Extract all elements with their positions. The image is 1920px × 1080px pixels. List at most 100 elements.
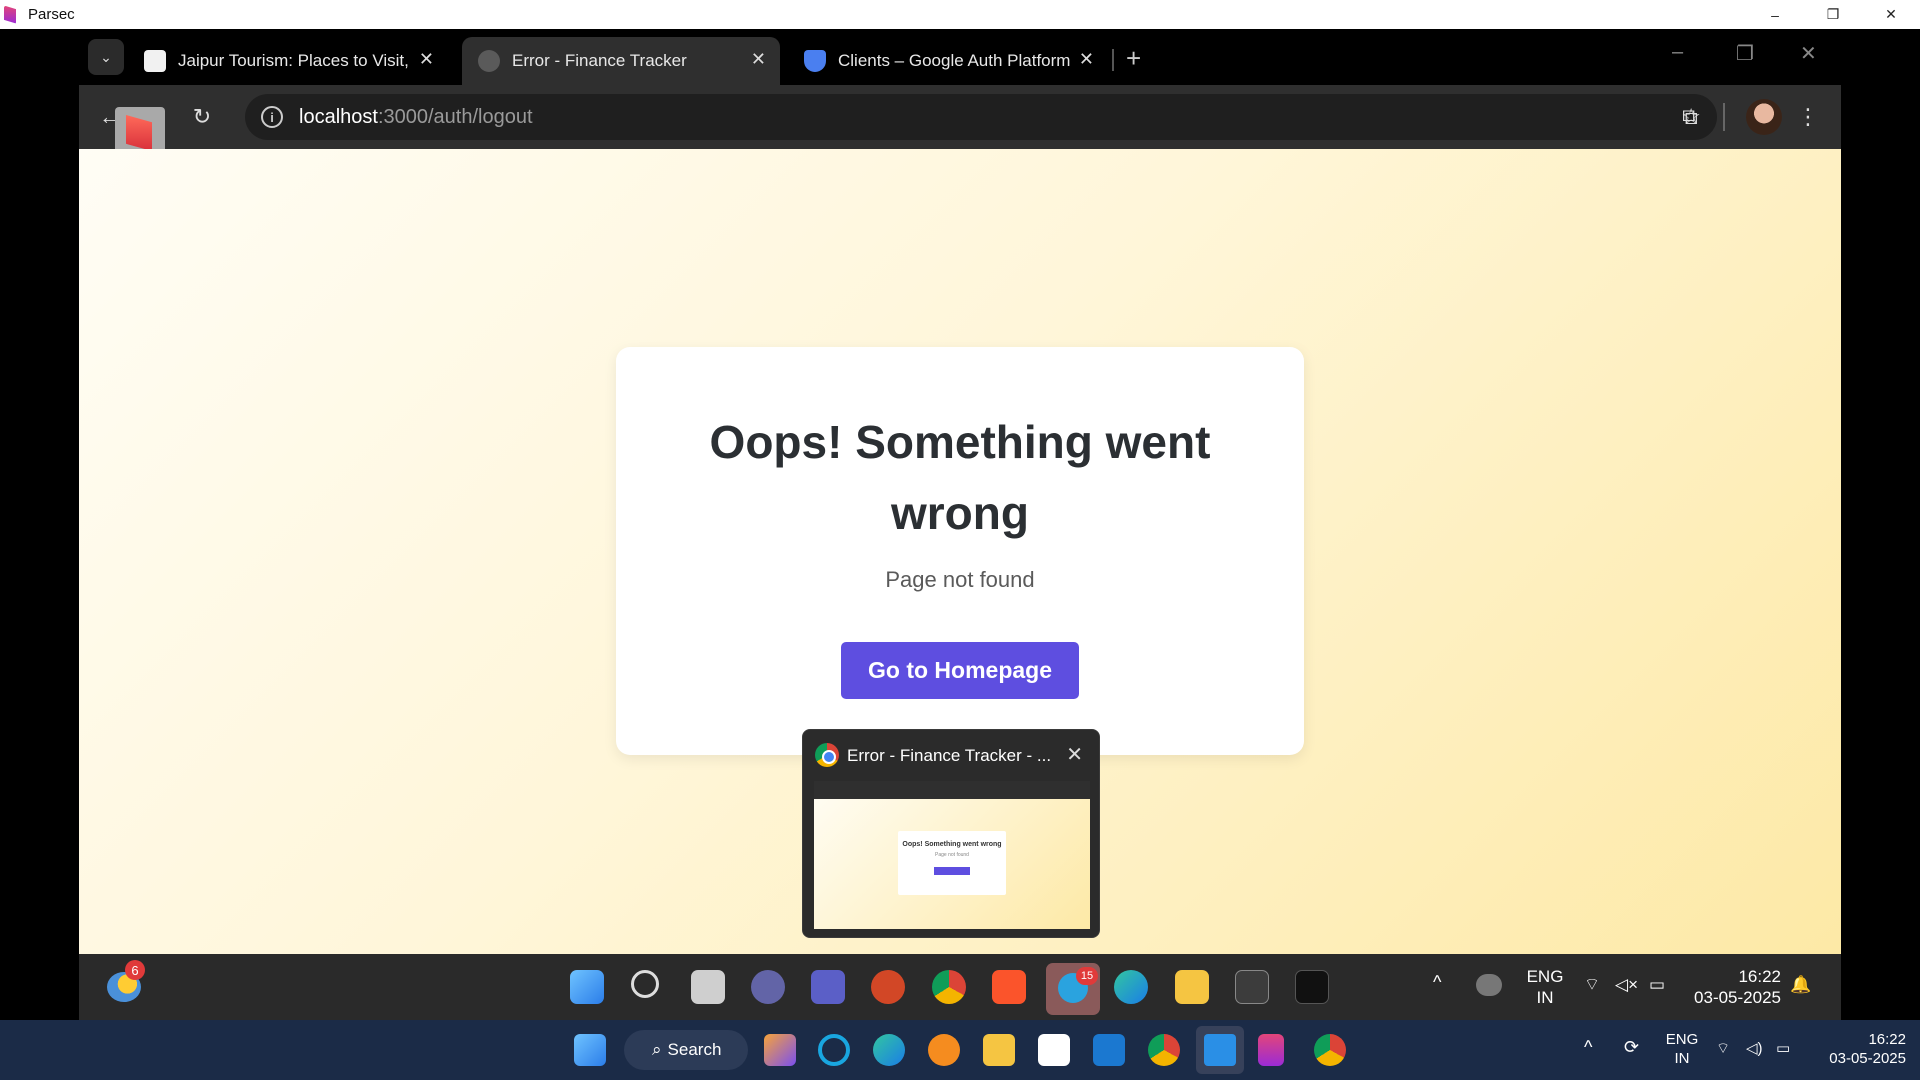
search-icon[interactable] — [631, 970, 659, 998]
parsec-app-icon[interactable] — [1295, 970, 1329, 1004]
browser-restore-button[interactable]: ❐ — [1736, 41, 1754, 66]
close-tab-icon[interactable]: ✕ — [1079, 49, 1094, 70]
thumb-message: Page not found — [935, 852, 969, 858]
edge-icon[interactable] — [873, 1034, 905, 1066]
language-code: ENG — [1665, 1031, 1699, 1048]
preview-title: Error - Finance Tracker - ... — [847, 746, 1052, 765]
preview-close-icon[interactable]: ✕ — [1066, 742, 1083, 767]
tab-error-finance-tracker[interactable]: Error - Finance Tracker ✕ — [462, 37, 780, 85]
parsec-icon[interactable] — [1258, 1034, 1284, 1066]
preview-thumbnail[interactable]: Oops! Something went wrong Page not foun… — [814, 781, 1090, 929]
battery-icon[interactable]: ▭ — [1649, 974, 1665, 995]
brave-icon[interactable] — [992, 970, 1026, 1004]
file-explorer-icon[interactable] — [1175, 970, 1209, 1004]
region-code: IN — [1674, 1050, 1690, 1067]
search-box[interactable]: ⌕ Search — [624, 1030, 748, 1070]
tab-jaipur-tourism[interactable]: Jaipur Tourism: Places to Visit, S ✕ — [128, 37, 448, 85]
language-indicator[interactable]: ENG IN — [1523, 966, 1567, 1008]
tab-search-button[interactable]: ⌄ — [88, 39, 124, 75]
powerpoint-icon[interactable] — [871, 970, 905, 1004]
cortana-icon[interactable] — [818, 1034, 850, 1066]
chrome-icon — [815, 743, 839, 767]
close-tab-icon[interactable]: ✕ — [419, 49, 434, 70]
error-message: Page not found — [885, 567, 1035, 592]
thumb-card: Oops! Something went wrong Page not foun… — [898, 831, 1006, 895]
meet-icon[interactable] — [751, 970, 785, 1004]
error-heading: Oops! Something went wrong — [709, 416, 1211, 539]
show-hidden-icons-chevron-icon[interactable]: ^ — [1584, 1038, 1592, 1057]
go-to-homepage-button[interactable]: Go to Homepage — [841, 642, 1079, 699]
notification-bell-icon[interactable]: 🔔 — [1790, 974, 1811, 995]
search-app-icon[interactable] — [928, 1034, 960, 1066]
chrome-icon[interactable] — [1148, 1034, 1180, 1066]
error-card: Oops! Something went wrong Page not foun… — [616, 347, 1304, 755]
tab-google-auth-clients[interactable]: Clients – Google Auth Platform ✕ — [788, 37, 1108, 85]
browser-toolbar: ← ↻ i localhost:3000/auth/logout ☆ ⧉ ⋮ — [79, 85, 1841, 157]
parsec-logo-icon — [4, 5, 16, 24]
clock[interactable]: 16:22 03-05-2025 — [1691, 966, 1781, 1008]
clock-time: 16:22 — [1738, 967, 1781, 986]
region-code: IN — [1536, 988, 1554, 1007]
site-favicon-icon — [144, 50, 166, 72]
start-windows-icon[interactable] — [574, 1034, 606, 1066]
thumb-heading: Oops! Something went wrong — [902, 841, 1002, 848]
vscode-app-button[interactable] — [1196, 1026, 1244, 1074]
close-tab-icon[interactable]: ✕ — [751, 49, 766, 70]
profile-avatar[interactable] — [1746, 99, 1782, 135]
site-info-icon[interactable]: i — [261, 106, 283, 128]
clock-time: 16:22 — [1868, 1031, 1906, 1048]
browser-close-button[interactable]: ✕ — [1800, 41, 1817, 66]
browser-minimize-button[interactable]: – — [1672, 41, 1683, 64]
chevron-down-icon: ⌄ — [100, 48, 112, 65]
new-tab-button[interactable]: + — [1126, 43, 1141, 74]
chrome-profile-icon[interactable] — [1314, 1034, 1346, 1066]
restore-button[interactable]: ❐ — [1804, 0, 1862, 29]
sync-icon[interactable]: ⟳ — [1624, 1038, 1639, 1057]
wifi-icon[interactable]: ⌔ — [1584, 974, 1600, 995]
remote-desktop: ⌄ Jaipur Tourism: Places to Visit, S ✕ E… — [0, 29, 1920, 1020]
language-indicator[interactable]: ENG IN — [1660, 1030, 1704, 1068]
telegram-badge: 15 — [1076, 967, 1098, 985]
clock[interactable]: 16:22 03-05-2025 — [1806, 1030, 1906, 1068]
tab-label: Jaipur Tourism: Places to Visit, S — [178, 51, 413, 70]
tab-divider — [1112, 49, 1114, 71]
host-taskbar: ⌕ Search ^ ⟳ ENG IN ⌔ ◁) ▭ 16:22 03-05-2… — [0, 1020, 1920, 1080]
globe-icon — [478, 50, 500, 72]
volume-icon[interactable]: ◁) — [1746, 1039, 1763, 1058]
extensions-puzzle-icon[interactable]: ⧉ — [1673, 100, 1707, 134]
url-path: :3000/auth/logout — [377, 105, 533, 128]
address-bar[interactable]: i localhost:3000/auth/logout ☆ — [245, 94, 1717, 140]
clock-date: 03-05-2025 — [1829, 1050, 1906, 1067]
vscode-icon — [1204, 1034, 1236, 1066]
edge-icon[interactable] — [1114, 970, 1148, 1004]
telegram-app-button[interactable]: 15 — [1046, 963, 1100, 1015]
close-button[interactable]: ✕ — [1862, 0, 1920, 29]
chrome-icon[interactable] — [932, 970, 966, 1004]
file-explorer-icon[interactable] — [983, 1034, 1015, 1066]
volume-muted-icon[interactable]: ◁× — [1615, 974, 1638, 995]
minimize-button[interactable]: – — [1746, 0, 1804, 29]
tab-label: Error - Finance Tracker — [512, 51, 687, 70]
tab-label: Clients – Google Auth Platform — [838, 51, 1071, 70]
taskbar-window-preview[interactable]: Error - Finance Tracker - ... ✕ Oops! So… — [802, 729, 1100, 938]
search-label: Search — [667, 1040, 722, 1059]
notes-app-icon[interactable] — [1093, 1034, 1125, 1066]
wifi-icon[interactable]: ⌔ — [1716, 1039, 1730, 1058]
menu-kebab-icon[interactable]: ⋮ — [1791, 100, 1825, 134]
host-title: Parsec — [28, 6, 75, 23]
microsoft-store-icon[interactable] — [1038, 1034, 1070, 1066]
start-windows-icon[interactable] — [570, 970, 604, 1004]
onedrive-icon[interactable] — [1476, 974, 1502, 996]
show-hidden-icons-chevron-icon[interactable]: ^ — [1433, 972, 1441, 993]
teams-icon[interactable] — [811, 970, 845, 1004]
battery-icon[interactable]: ▭ — [1776, 1039, 1790, 1058]
toolbar-divider — [1723, 103, 1725, 131]
task-view-icon[interactable] — [691, 970, 725, 1004]
remote-taskbar: 6 15 ^ ENG IN ⌔ ◁× ▭ 16:22 03-05-2025 🔔 — [79, 954, 1841, 1020]
weather-badge: 6 — [125, 960, 145, 980]
reload-button[interactable]: ↻ — [185, 100, 219, 134]
terminal-icon[interactable] — [1235, 970, 1269, 1004]
thumb-button — [934, 867, 970, 875]
shield-icon — [804, 50, 826, 72]
copilot-icon[interactable] — [764, 1034, 796, 1066]
